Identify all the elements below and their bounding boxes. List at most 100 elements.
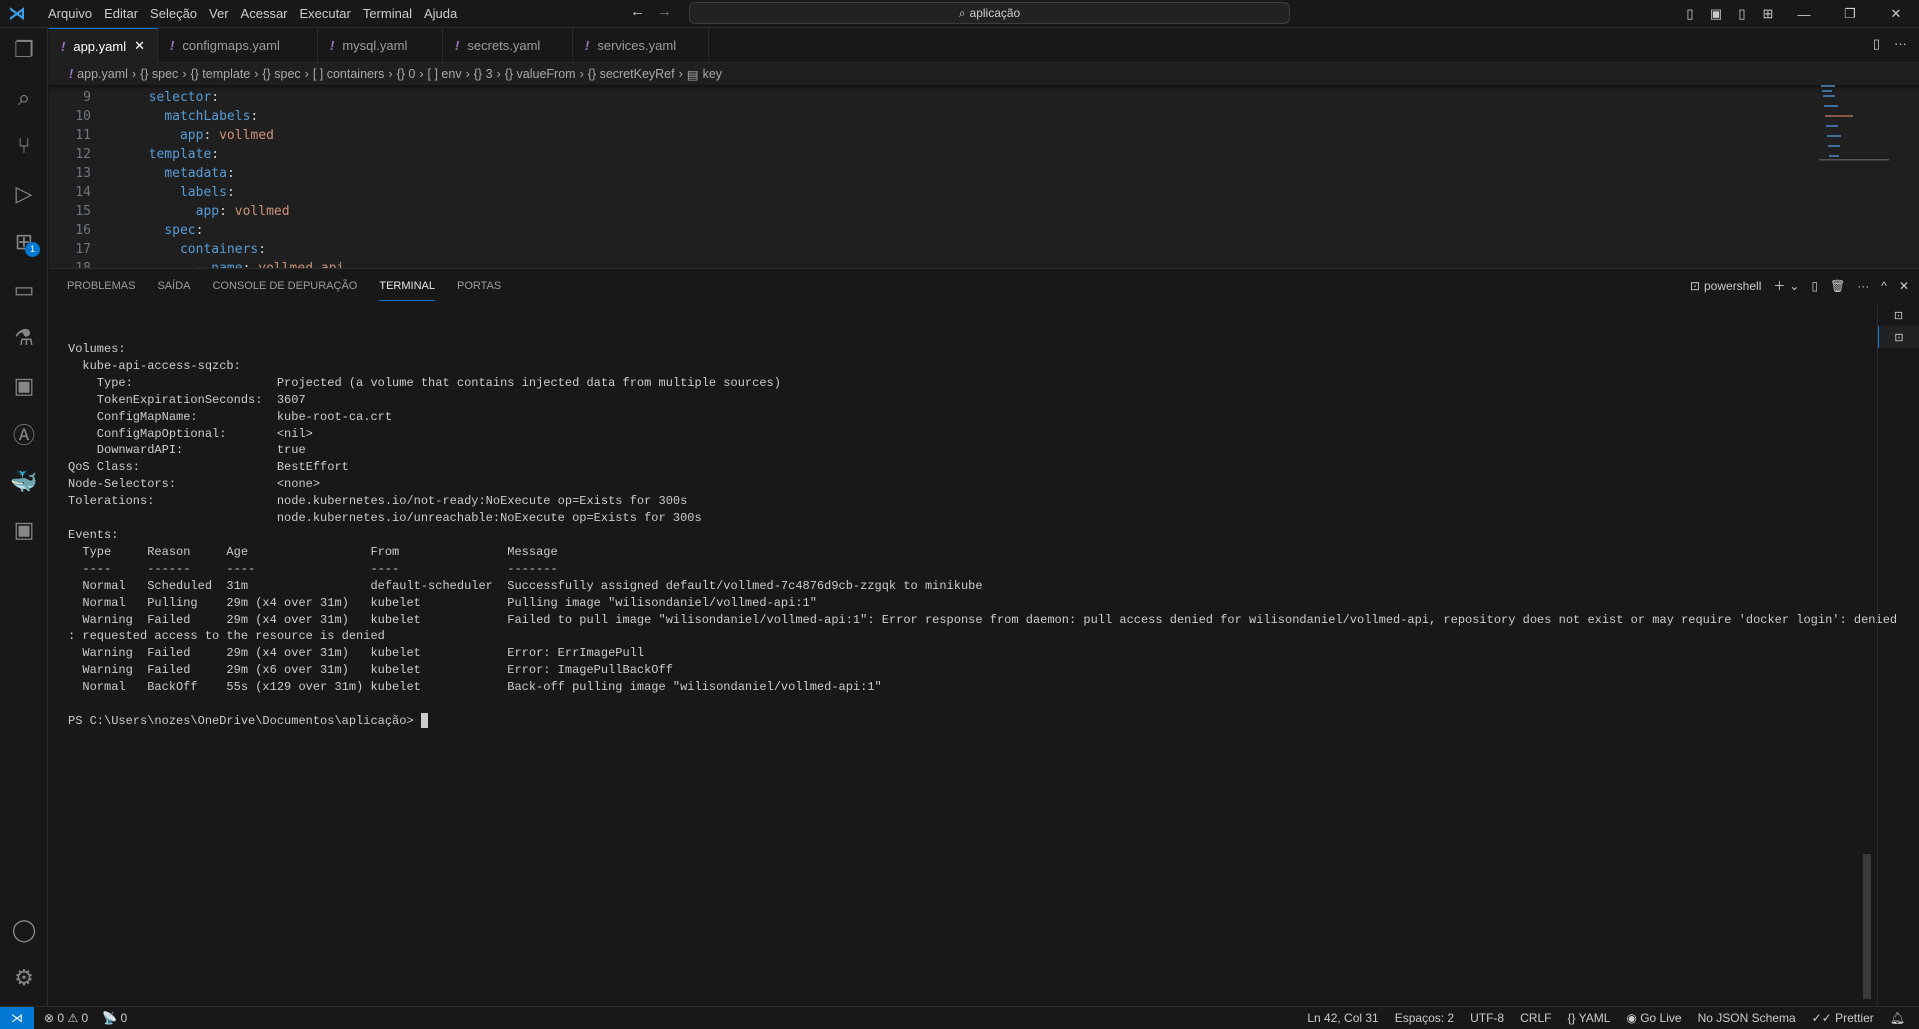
split-terminal-icon[interactable]: ▯	[1811, 279, 1818, 293]
run-debug-icon[interactable]: ▷	[0, 172, 48, 216]
tab-portas[interactable]: PORTAS	[457, 272, 501, 300]
code-line: 14 labels:	[49, 183, 1839, 202]
breadcrumb-item[interactable]: app.yaml	[77, 67, 128, 81]
tab-problemas[interactable]: PROBLEMAS	[67, 272, 135, 300]
split-editor-icon[interactable]: ▯	[1873, 36, 1880, 52]
breadcrumb-item[interactable]: {} 0	[397, 67, 416, 81]
menu-arquivo[interactable]: Arquivo	[42, 6, 98, 21]
breadcrumb-item[interactable]: {} secretKeyRef	[588, 67, 675, 81]
prettier-status[interactable]: ✓✓ Prettier	[1812, 1011, 1874, 1025]
terraform-icon[interactable]: ▣	[0, 364, 48, 408]
more-actions-icon[interactable]: ···	[1857, 279, 1869, 293]
yaml-key: name	[211, 261, 242, 268]
customize-layout-icon[interactable]: ⊞	[1755, 6, 1781, 22]
terminal-lines: Volumes: kube-api-access-sqzcb: Type: Pr…	[68, 341, 1897, 713]
tab-services-yaml[interactable]: ! services.yaml	[573, 28, 709, 63]
terminal-list: ⊡ ⊡	[1877, 304, 1919, 1007]
language-mode[interactable]: {} YAML	[1567, 1011, 1610, 1025]
more-actions-icon[interactable]: ···	[1894, 36, 1907, 52]
go-live-button[interactable]: ◉ Go Live	[1626, 1011, 1681, 1025]
ports-indicator[interactable]: 📡 0	[102, 1011, 127, 1025]
new-terminal-icon[interactable]: ＋	[1773, 277, 1785, 294]
menu-editar[interactable]: Editar	[98, 6, 144, 21]
breadcrumb-item[interactable]: {} spec	[262, 67, 300, 81]
terminal-instance-icon[interactable]: ⊡	[1878, 326, 1919, 348]
ansible-icon[interactable]: Ⓐ	[0, 412, 48, 456]
menu-selecao[interactable]: Seleção	[144, 6, 203, 21]
encoding[interactable]: UTF-8	[1470, 1011, 1504, 1025]
tab-saida[interactable]: SAÍDA	[157, 272, 190, 300]
tab-mysql-yaml[interactable]: ! mysql.yaml	[318, 28, 443, 63]
problems-indicator[interactable]: ⊗ 0 ⚠ 0	[44, 1011, 88, 1025]
terminal-line: ---- ------ ---- ---- -------	[68, 561, 558, 576]
breadcrumb-item[interactable]: [ ] env	[428, 67, 462, 81]
shell-name[interactable]: powershell	[1704, 279, 1761, 293]
tab-terminal[interactable]: TERMINAL	[379, 272, 435, 301]
menu-acessar[interactable]: Acessar	[235, 6, 294, 21]
settings-gear-icon[interactable]: ⚙	[0, 956, 48, 1000]
remote-explorer-icon[interactable]: ▭	[0, 268, 48, 312]
code-line: 9 selector:	[49, 88, 1839, 107]
source-control-icon[interactable]: ⑂	[0, 124, 48, 168]
breadcrumb-item[interactable]: {} 3	[474, 67, 493, 81]
chevron-down-icon[interactable]: ⌄	[1789, 279, 1799, 293]
code-editor[interactable]: 9 selector: 10 matchLabels: 11 app: vollme…	[49, 85, 1919, 268]
terminal-output[interactable]: Volumes: kube-api-access-sqzcb: Type: Pr…	[68, 341, 1897, 730]
menu-ver[interactable]: Ver	[203, 6, 235, 21]
terminal-scrollbar[interactable]	[1863, 854, 1871, 999]
menu-executar[interactable]: Executar	[294, 6, 357, 21]
search-icon[interactable]: ⌕	[0, 76, 48, 120]
breadcrumb-item[interactable]: [ ] containers	[313, 67, 385, 81]
close-panel-icon[interactable]: ✕	[1899, 279, 1909, 293]
terminal-prompt[interactable]: PS C:\Users\nozes\OneDrive\Documentos\ap…	[68, 713, 1897, 730]
tab-secrets-yaml[interactable]: ! secrets.yaml	[443, 28, 573, 63]
tab-label: app.yaml	[73, 38, 127, 54]
terminal-instance-icon[interactable]: ⊡	[1878, 304, 1919, 326]
terraform-cloud-icon[interactable]: ▣	[0, 508, 48, 552]
close-tab-icon[interactable]: ✕	[134, 38, 145, 54]
testing-flask-icon[interactable]: ⚗	[0, 316, 48, 360]
menu-ajuda[interactable]: Ajuda	[418, 6, 463, 21]
extensions-icon[interactable]: ⊞ 1	[0, 220, 48, 264]
indent: -	[133, 261, 211, 268]
remote-indicator-icon[interactable]: ⋊	[0, 1006, 34, 1029]
minimize-button[interactable]: —	[1781, 7, 1827, 22]
end-of-line[interactable]: CRLF	[1520, 1011, 1551, 1025]
restore-button[interactable]: ❐	[1827, 6, 1873, 22]
breadcrumb-item[interactable]: {} spec	[140, 67, 178, 81]
cursor-position[interactable]: Ln 42, Col 31	[1307, 1011, 1378, 1025]
close-window-button[interactable]: ✕	[1873, 6, 1919, 22]
indentation[interactable]: Espaços: 2	[1395, 1011, 1454, 1025]
json-schema[interactable]: No JSON Schema	[1698, 1011, 1796, 1025]
terminal-line: DownwardAPI: true	[68, 443, 306, 458]
menu-terminal[interactable]: Terminal	[357, 6, 418, 21]
docker-icon[interactable]: 🐳	[0, 460, 48, 504]
terminal-line: Warning Failed 29m (x4 over 31m) kubelet…	[68, 612, 1898, 627]
minimap[interactable]	[1819, 85, 1889, 185]
breadcrumb-item[interactable]: {} template	[190, 67, 250, 81]
tab-label: configmaps.yaml	[182, 38, 280, 53]
tab-label: mysql.yaml	[342, 38, 408, 53]
maximize-panel-icon[interactable]: ^	[1881, 279, 1887, 293]
line-number: 13	[75, 166, 91, 181]
back-arrow-icon[interactable]: ←	[630, 3, 645, 20]
notifications-bell-icon[interactable]: 🔔︎	[1890, 1011, 1905, 1025]
account-icon[interactable]: ◯	[0, 908, 48, 952]
breadcrumb-item[interactable]: {} valueFrom	[505, 67, 576, 81]
tab-console-depuracao[interactable]: CONSOLE DE DEPURAÇÃO	[212, 272, 357, 300]
breadcrumb-item[interactable]: key	[703, 67, 722, 81]
line-number: 10	[75, 109, 91, 124]
tab-configmaps-yaml[interactable]: ! configmaps.yaml	[158, 28, 318, 63]
toggle-secondary-sidebar-icon[interactable]: ▯	[1729, 6, 1755, 22]
toggle-sidebar-icon[interactable]: ▯	[1677, 6, 1703, 22]
yaml-key: containers	[179, 242, 259, 257]
tab-app-yaml[interactable]: ! app.yaml ✕	[49, 28, 158, 63]
trash-icon[interactable]: 🗑	[1830, 279, 1845, 293]
explorer-icon[interactable]: ❐	[0, 28, 48, 72]
toggle-panel-icon[interactable]: ▣	[1703, 6, 1729, 22]
command-center-search[interactable]: ⌕ aplicação	[689, 2, 1290, 24]
forward-arrow-icon[interactable]: →	[657, 3, 672, 20]
editor-actions: ▯ ···	[1873, 36, 1907, 52]
terminal-line: Warning Failed 29m (x6 over 31m) kubelet…	[68, 663, 673, 678]
